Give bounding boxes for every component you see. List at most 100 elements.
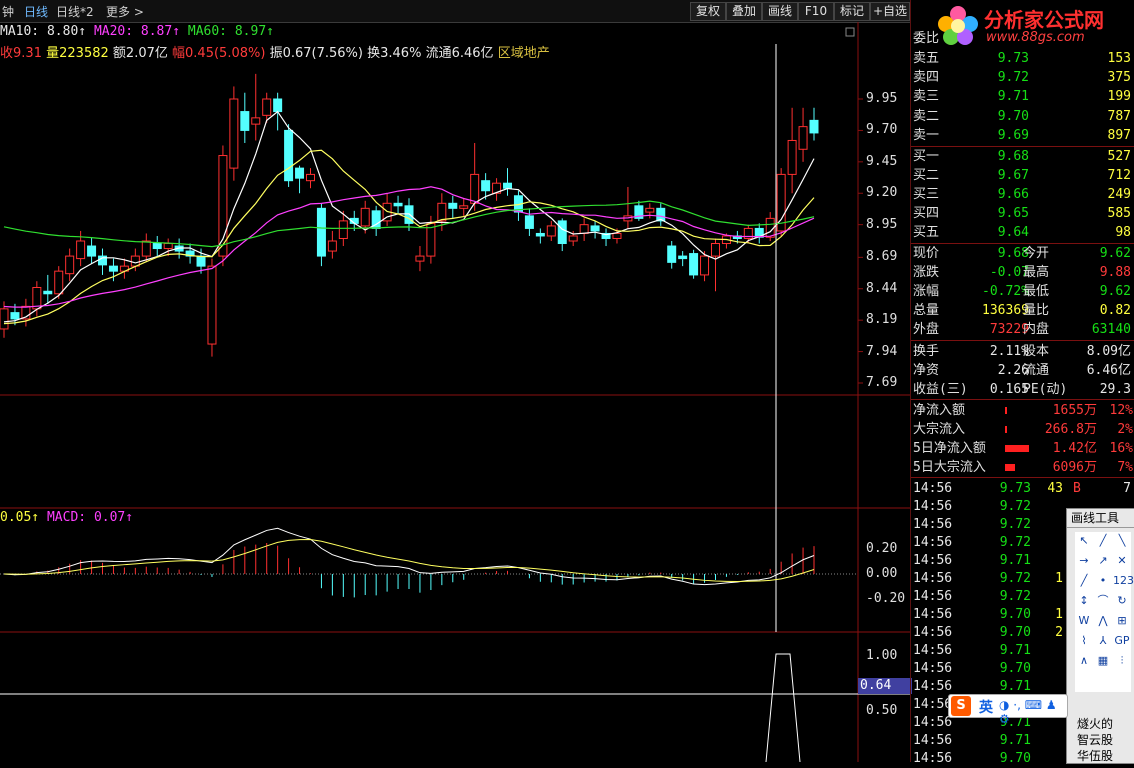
fundamental-label: 收益(三) <box>913 382 968 397</box>
sell-level-price: 9.71 <box>997 89 1029 104</box>
tick-price: 9.70 <box>999 751 1031 766</box>
add-watchlist-button[interactable]: +自选 <box>870 2 910 21</box>
kline-chart[interactable] <box>0 22 910 762</box>
axis-tick-label: 8.19 <box>866 312 898 328</box>
draw-tool-icon[interactable]: ╲ <box>1113 532 1131 550</box>
quote-value-2: 9.88 <box>1099 265 1131 280</box>
panel-header: 委比 <box>911 29 1134 48</box>
tick-time: 14:56 <box>913 499 953 514</box>
toolbox-stock-1[interactable]: 燧火的 <box>1077 715 1113 732</box>
tick-price: 9.73 <box>999 481 1031 496</box>
draw-tool-icon[interactable]: ⫶ <box>1113 652 1131 670</box>
buy-level-volume: 249 <box>1107 187 1131 202</box>
candle-body <box>612 232 622 239</box>
draw-tool-icon[interactable]: 123 <box>1113 572 1134 590</box>
sell-level-4: 卖四 9.72 375 <box>911 68 1134 87</box>
f10-button[interactable]: F10 <box>798 2 834 21</box>
draw-tool-icon[interactable]: ↖ <box>1075 532 1093 550</box>
tick-price: 9.70 <box>999 625 1031 640</box>
ime-logo-icon[interactable]: S <box>951 696 971 716</box>
draw-tool-icon[interactable]: ▦ <box>1094 652 1112 670</box>
tab-day-x2[interactable]: 日线*2 <box>56 3 94 20</box>
draw-tool-icon[interactable]: ⅄ <box>1094 632 1112 650</box>
sell-level-price: 9.72 <box>997 70 1029 85</box>
more-menu[interactable]: 更多 > <box>106 3 144 20</box>
draw-tool-icon[interactable]: ⊞ <box>1113 612 1131 630</box>
fundamental-value-2: 6.46亿 <box>1086 363 1131 378</box>
tab-day[interactable]: 日线 <box>24 3 48 20</box>
ime-language[interactable]: 英 <box>979 697 993 717</box>
sell-level-5: 卖五 9.73 153 <box>911 49 1134 68</box>
tab-minute[interactable]: 钟 <box>2 3 14 20</box>
axis-tick-label: 0.50 <box>866 703 898 718</box>
quote-value: 136369 <box>982 303 1029 318</box>
tick-row: 14:56 9.73 43 B 7 <box>911 479 1134 498</box>
ime-toolbar[interactable]: S 英 ◑ ·, ⌨ ♟ ⚙ <box>948 694 1068 726</box>
candle-body <box>262 98 272 116</box>
restore-rights-button[interactable]: 复权 <box>690 2 726 21</box>
candle-body <box>568 235 578 242</box>
axis-tick-label: 0.20 <box>866 541 898 556</box>
toolbox-stock-3[interactable]: 华伍股 <box>1077 747 1113 764</box>
draw-tool-icon[interactable]: ⌇ <box>1075 632 1093 650</box>
fund-flow-row: 5日大宗流入 6096万 7% <box>911 458 1134 477</box>
buy-level-price: 9.68 <box>997 149 1029 164</box>
order-ratio-label: 委比 <box>913 31 940 46</box>
draw-tool-icon[interactable]: ╱ <box>1075 572 1093 590</box>
panel-divider <box>911 146 1134 147</box>
draw-tool-icon[interactable]: ∧ <box>1075 652 1093 670</box>
candle-body <box>207 265 217 345</box>
draw-tool-icon[interactable]: → <box>1075 552 1093 570</box>
overlay-button[interactable]: 叠加 <box>726 2 762 21</box>
draw-tool-icon[interactable]: ↻ <box>1113 592 1131 610</box>
quote-label: 外盘 <box>913 322 940 337</box>
candle-body <box>678 255 688 260</box>
drawing-tools-window[interactable]: 画线工具 ↖ ╱ ╲ → ↗ ✕ ╱ • 123 ↕ ⌒ ↻ W ⋀ ⊞ ⌇ ⅄ GP ∧ ▦ ⫶ 燧火的 智云股 华伍… <box>1066 508 1134 764</box>
candle-body <box>251 117 261 125</box>
mark-button[interactable]: 标记 <box>834 2 870 21</box>
buy-level-label: 买五 <box>913 225 940 240</box>
candle-body <box>0 308 9 330</box>
fund-flow-percent: 16% <box>1109 441 1133 456</box>
draw-tool-icon[interactable]: ╱ <box>1094 532 1112 550</box>
tick-price: 9.72 <box>999 535 1031 550</box>
tick-volume: 2 <box>1055 625 1063 640</box>
candle-body <box>295 167 305 179</box>
chart-toolbar: 钟 日线 日线*2 更多 > 复权 叠加 画线 F10 标记 +自选 <box>0 0 910 23</box>
quote-row: 总量 136369 量比 0.82 <box>911 301 1134 320</box>
draw-tool-icon[interactable]: ↗ <box>1094 552 1112 570</box>
tick-flag: B <box>1073 481 1081 496</box>
tick-time: 14:56 <box>913 553 953 568</box>
tick-price: 9.71 <box>999 553 1031 568</box>
fund-flow-bar <box>1005 407 1007 414</box>
sell-level-price: 9.70 <box>997 109 1029 124</box>
ime-tools-icon[interactable]: ◑ ·, ⌨ ♟ ⚙ <box>999 698 1067 726</box>
draw-tool-icon[interactable]: W <box>1075 612 1093 630</box>
candle-body <box>503 182 513 189</box>
tick-time: 14:56 <box>913 715 953 730</box>
candle-body <box>426 222 436 257</box>
candle-body <box>305 173 315 182</box>
draw-tool-icon[interactable]: ↕ <box>1075 592 1093 610</box>
sell-level-volume: 787 <box>1107 109 1131 124</box>
axis-tick-label: 1.00 <box>866 648 898 663</box>
candle-body <box>437 202 447 222</box>
candle-body <box>141 240 151 257</box>
fund-flow-value: 6096万 <box>1052 460 1097 475</box>
tick-time: 14:56 <box>913 517 953 532</box>
draw-tool-icon[interactable]: GP <box>1113 632 1131 650</box>
axis-tick-label: 0.00 <box>866 566 898 581</box>
toolbox-stock-2[interactable]: 智云股 <box>1077 731 1113 748</box>
draw-tool-icon[interactable]: • <box>1094 572 1112 590</box>
quote-value-2: 0.82 <box>1099 303 1131 318</box>
draw-tool-icon[interactable]: ⌒ <box>1094 592 1112 610</box>
candle-body <box>338 220 348 239</box>
draw-line-button[interactable]: 画线 <box>762 2 798 21</box>
axis-tick-label: 7.94 <box>866 343 898 359</box>
draw-tool-icon[interactable]: ✕ <box>1113 552 1131 570</box>
sell-level-label: 卖二 <box>913 109 940 124</box>
buy-level-volume: 712 <box>1107 168 1131 183</box>
candle-body <box>284 129 294 182</box>
candle-body <box>360 207 370 227</box>
draw-tool-icon[interactable]: ⋀ <box>1094 612 1112 630</box>
